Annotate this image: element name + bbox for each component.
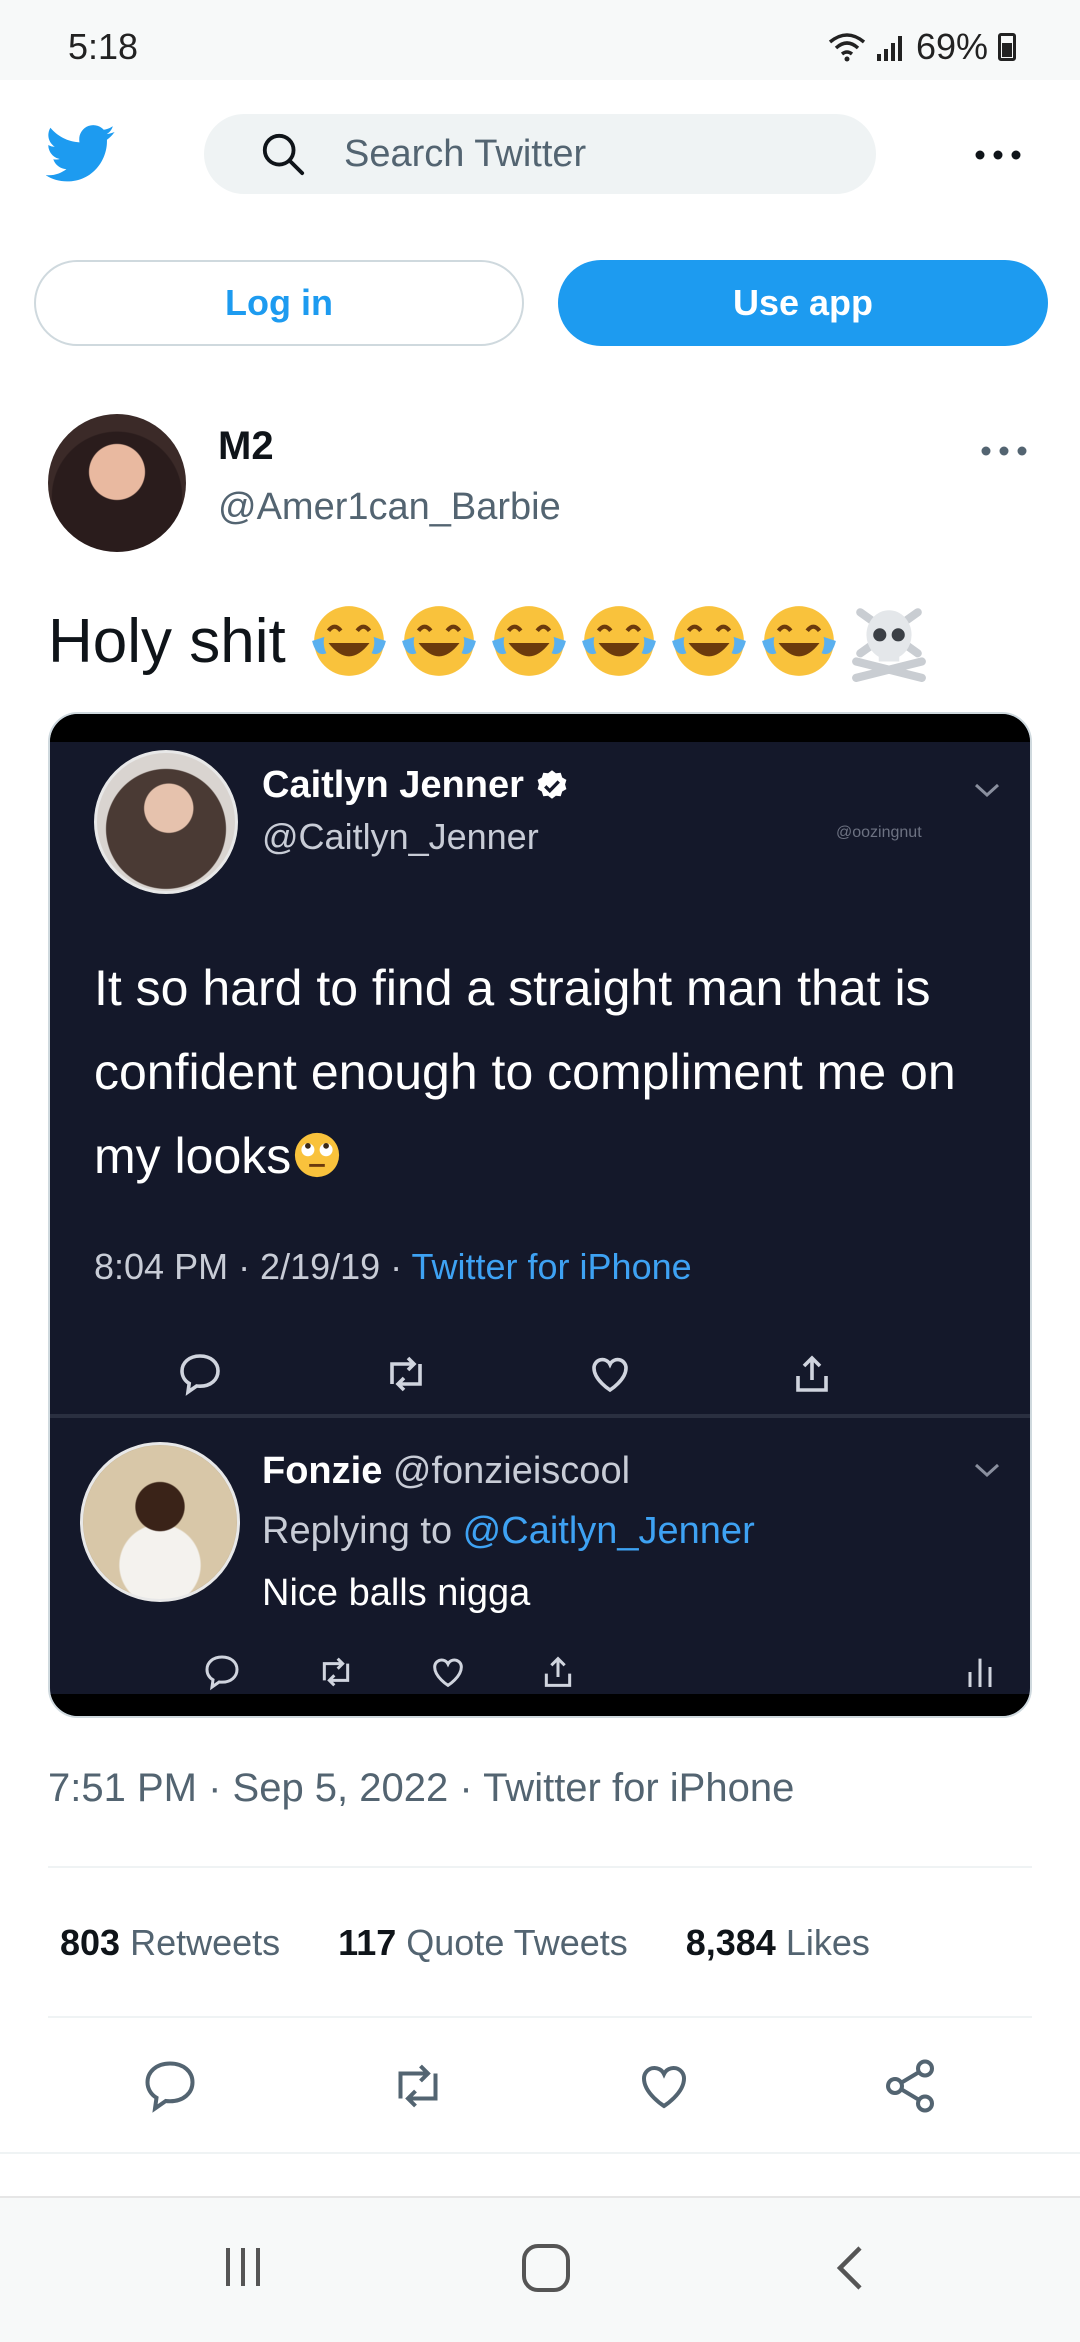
- replying-to-prefix: Replying to: [262, 1510, 463, 1552]
- verified-icon: [537, 769, 567, 799]
- status-bar: 5:18 69%: [0, 0, 1080, 80]
- like-button-icon[interactable]: [634, 2056, 694, 2116]
- share-button-icon[interactable]: [880, 2056, 940, 2116]
- laughing-emoji-icon: [491, 606, 566, 676]
- embedded-handle: @Caitlyn_Jenner: [262, 816, 539, 857]
- replying-to: Replying to @Caitlyn_Jenner: [262, 1510, 755, 1553]
- retweet-button-icon[interactable]: [388, 2056, 448, 2116]
- replying-to-handle: @Caitlyn_Jenner: [462, 1510, 755, 1552]
- reply-icon: [180, 1354, 220, 1396]
- retweets-count: 803: [60, 1922, 121, 1963]
- likes-stat[interactable]: 8,384 Likes: [686, 1922, 870, 1964]
- divider: [48, 2016, 1032, 2018]
- likes-count: 8,384: [685, 1922, 776, 1963]
- reply-text: Nice balls nigga: [262, 1572, 531, 1614]
- tweet-more-icon[interactable]: [980, 446, 1028, 456]
- quote-tweets-label: Quote Tweets: [406, 1922, 628, 1963]
- embedded-tweet-source: Twitter for iPhone: [411, 1246, 692, 1287]
- battery-percent: 69%: [915, 26, 988, 67]
- embedded-tweet-text-content: It so hard to find a straight man that i…: [94, 960, 956, 1184]
- tweet-text: Holy shit: [48, 600, 930, 682]
- laughing-emoji-icon: [761, 606, 836, 676]
- like-icon: [433, 1658, 463, 1688]
- divider: [0, 2152, 1080, 2154]
- watermark: @oozingnut: [836, 824, 922, 841]
- embedded-avatar: [94, 750, 238, 894]
- use-app-button[interactable]: Use app: [558, 260, 1048, 346]
- reply-author: Fonzie @fonzieiscool: [262, 1450, 630, 1493]
- user-handle[interactable]: @Amer1can_Barbie: [218, 486, 561, 529]
- embedded-name-text: Caitlyn Jenner: [262, 764, 524, 806]
- tweet-text-content: Holy shit: [48, 606, 286, 676]
- search-placeholder: Search Twitter: [344, 132, 587, 175]
- wifi-icon: [828, 33, 866, 62]
- clock: 5:18: [68, 26, 139, 67]
- skull-crossbones-icon: [851, 608, 926, 682]
- share-icon: [796, 1355, 828, 1392]
- eye-roll-emoji-icon: [295, 1132, 340, 1178]
- display-name[interactable]: M2: [218, 424, 274, 469]
- quote-tweets-count: 117: [338, 1922, 397, 1963]
- battery-icon: [998, 33, 1016, 61]
- likes-label: Likes: [785, 1922, 870, 1963]
- share-icon: [544, 1656, 572, 1687]
- reply-icon: [205, 1655, 239, 1691]
- embedded-tweet-time: 8:04 PM · 2/19/19 ·: [94, 1246, 412, 1287]
- login-button[interactable]: Log in: [34, 260, 524, 346]
- media-separator: [50, 1414, 1030, 1418]
- tweet-stats: 803 Retweets 117 Quote Tweets 8,384 Like…: [60, 1922, 870, 1964]
- emoji-row: [308, 600, 930, 682]
- laughing-emoji-icon: [311, 606, 386, 676]
- home-icon[interactable]: [520, 2242, 572, 2294]
- system-nav-bar: [0, 2196, 1080, 2342]
- media-bottom-border: [50, 1694, 1030, 1716]
- signal-icon: [876, 36, 902, 61]
- more-icon[interactable]: [974, 150, 1022, 160]
- like-icon: [592, 1357, 628, 1393]
- tweet-media-image[interactable]: Caitlyn Jenner @Caitlyn_Jenner @oozingnu…: [48, 712, 1032, 1718]
- divider: [48, 1866, 1032, 1868]
- search-bar[interactable]: Search Twitter: [204, 114, 876, 194]
- reply-button-icon[interactable]: [140, 2056, 200, 2116]
- retweet-icon: [390, 1356, 422, 1392]
- twitter-logo-icon[interactable]: [46, 124, 116, 184]
- analytics-icon: [968, 1658, 992, 1687]
- status-icons: 69%: [828, 26, 1016, 68]
- laughing-emoji-icon: [401, 606, 476, 676]
- laughing-emoji-icon: [581, 606, 656, 676]
- avatar[interactable]: [48, 414, 186, 552]
- embedded-tweet-meta: 8:04 PM · 2/19/19 · Twitter for iPhone: [94, 1246, 692, 1288]
- reply-avatar: [80, 1442, 240, 1602]
- embedded-display-name: Caitlyn Jenner: [262, 764, 570, 807]
- reply-name: Fonzie: [262, 1450, 383, 1492]
- reply-chevron-down-icon: [974, 1463, 1000, 1478]
- recent-apps-icon[interactable]: [218, 2242, 268, 2292]
- retweets-label: Retweets: [130, 1922, 281, 1963]
- quote-tweets-stat[interactable]: 117 Quote Tweets: [338, 1922, 628, 1964]
- media-top-border: [50, 714, 1030, 742]
- back-icon[interactable]: [832, 2242, 868, 2294]
- retweet-icon: [322, 1657, 350, 1687]
- retweets-stat[interactable]: 803 Retweets: [60, 1922, 280, 1964]
- laughing-emoji-icon: [671, 606, 746, 676]
- chevron-down-icon: [974, 783, 1000, 798]
- reply-handle: @fonzieiscool: [392, 1450, 631, 1492]
- embedded-tweet-text: It so hard to find a straight man that i…: [94, 946, 994, 1198]
- tweet-timestamp[interactable]: 7:51 PM · Sep 5, 2022 · Twitter for iPho…: [48, 1766, 794, 1811]
- search-icon: [262, 133, 305, 176]
